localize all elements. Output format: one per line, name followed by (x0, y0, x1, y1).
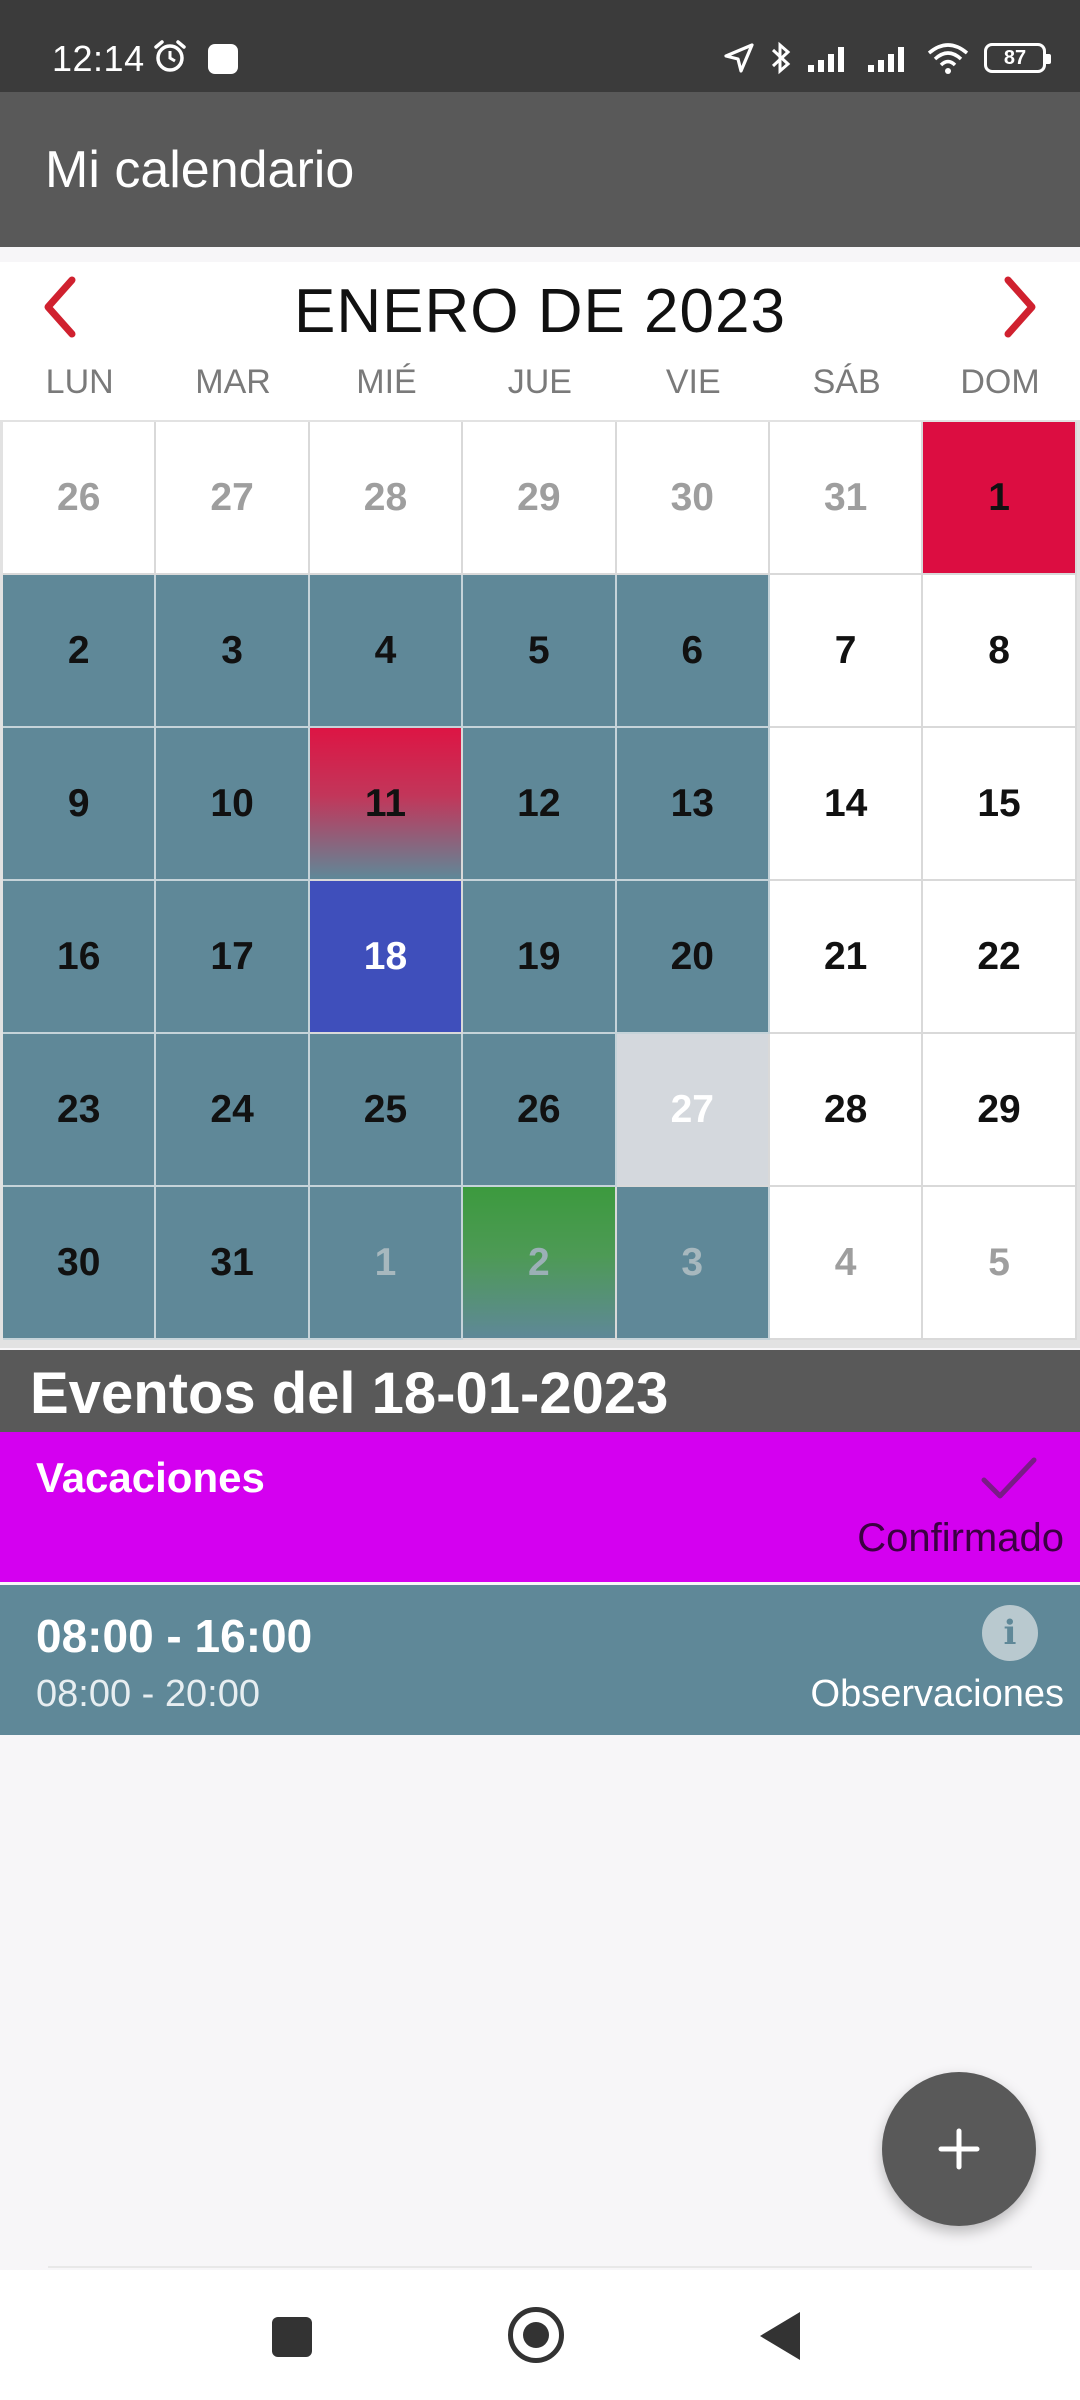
weekday-label: DOM (960, 363, 1040, 401)
day-cell[interactable]: 30 (616, 422, 770, 575)
back-triangle-icon[interactable] (760, 2312, 800, 2360)
calendar-week: 2 3 4 5 6 7 8 (3, 575, 1077, 728)
wifi-icon (927, 43, 969, 74)
calendar-week: 26 27 28 29 30 31 1 (3, 422, 1077, 575)
status-icons: 87 (722, 38, 1051, 78)
day-cell[interactable]: 29 (923, 1034, 1077, 1187)
weekday-label: SÁB (812, 363, 881, 401)
day-cell[interactable]: 15 (923, 728, 1077, 881)
day-cell-holiday[interactable]: 1 (923, 422, 1077, 575)
day-cell[interactable]: 25 (309, 1034, 464, 1187)
day-cell[interactable]: 4 (309, 575, 464, 728)
day-cell[interactable]: 31 (769, 422, 924, 575)
day-cell[interactable]: 24 (156, 1034, 310, 1187)
home-circle-icon[interactable] (508, 2307, 564, 2363)
day-cell[interactable]: 26 (3, 422, 157, 575)
day-cell[interactable]: 9 (3, 728, 157, 881)
signal-icon (868, 47, 904, 72)
day-cell[interactable]: 29 (463, 422, 617, 575)
day-cell[interactable]: 20 (616, 881, 770, 1034)
day-cell[interactable]: 23 (3, 1034, 157, 1187)
events-title: Eventos del 18-01-2023 (30, 1361, 669, 1426)
chevron-right-icon (1004, 276, 1036, 338)
day-cell[interactable]: 30 (3, 1187, 157, 1340)
day-cell[interactable]: 16 (3, 881, 157, 1034)
status-bar: 12:14 87 (0, 0, 1080, 92)
event-note: Observaciones (810, 1673, 1064, 1715)
weekday-label: MAR (195, 363, 271, 401)
day-cell[interactable]: 3 (156, 575, 310, 728)
event-title: Vacaciones (36, 1454, 265, 1501)
notification-square-icon (208, 44, 238, 74)
month-title: ENERO DE 2023 (294, 277, 786, 346)
weekday-header: LUN MAR MIÉ JUE VIE SÁB DOM (0, 352, 1080, 420)
event-title: 08:00 - 16:00 (36, 1610, 313, 1662)
signal-icon (808, 47, 844, 72)
day-cell[interactable]: 2 (3, 575, 157, 728)
day-cell[interactable]: 22 (923, 881, 1077, 1034)
alarm-icon (154, 40, 186, 72)
info-icon-glyph: i (1003, 1613, 1017, 1653)
calendar-week: 16 17 18 19 20 21 22 (3, 881, 1077, 1034)
event-status: Confirmado (857, 1516, 1064, 1560)
add-event-button[interactable] (882, 2072, 1036, 2226)
battery-icon: 87 (984, 43, 1051, 73)
day-cell[interactable]: 12 (463, 728, 617, 881)
app-bar: Mi calendario (0, 92, 1080, 247)
day-cell[interactable]: 13 (616, 728, 770, 881)
calendar-grid: 26 27 28 29 30 31 1 2 3 4 5 6 7 8 9 10 1… (0, 420, 1080, 1348)
app-title: Mi calendario (45, 141, 355, 199)
day-cell[interactable]: 7 (769, 575, 924, 728)
status-time: 12:14 (52, 38, 145, 79)
day-cell[interactable]: 5 (463, 575, 617, 728)
divider (48, 2266, 1032, 2268)
battery-level: 87 (1003, 46, 1027, 69)
day-cell[interactable]: 8 (923, 575, 1077, 728)
day-cell[interactable]: 17 (156, 881, 310, 1034)
day-cell[interactable]: 14 (769, 728, 924, 881)
day-cell-event[interactable]: 2 (463, 1187, 617, 1340)
event-item-vacaciones[interactable]: Vacaciones Confirmado (0, 1432, 1080, 1582)
day-cell[interactable]: 4 (769, 1187, 924, 1340)
weekday-label: VIE (665, 363, 721, 401)
events-header: Eventos del 18-01-2023 (0, 1350, 1080, 1432)
info-icon[interactable]: i (982, 1605, 1038, 1661)
event-subtitle: 08:00 - 20:00 (36, 1673, 260, 1715)
day-cell[interactable]: 3 (616, 1187, 770, 1340)
day-cell[interactable]: 31 (156, 1187, 310, 1340)
day-cell[interactable]: 26 (463, 1034, 617, 1187)
check-icon (981, 1457, 1037, 1499)
event-item-shift[interactable]: 08:00 - 16:00 08:00 - 20:00 i Observacio… (0, 1585, 1080, 1735)
day-cell[interactable]: 10 (156, 728, 310, 881)
day-cell[interactable]: 21 (769, 881, 924, 1034)
day-cell[interactable]: 28 (309, 422, 464, 575)
calendar-week: 30 31 1 2 3 4 5 (3, 1187, 1077, 1340)
location-arrow-icon (724, 43, 754, 73)
day-cell[interactable]: 19 (463, 881, 617, 1034)
calendar-week: 9 10 11 12 13 14 15 (3, 728, 1077, 881)
next-month-button[interactable] (988, 274, 1052, 340)
plus-icon (938, 2128, 980, 2170)
day-cell[interactable]: 1 (309, 1187, 464, 1340)
day-cell-today[interactable]: 27 (616, 1034, 770, 1187)
system-nav-bar (0, 2270, 1080, 2400)
recents-square-icon[interactable] (272, 2317, 312, 2357)
weekday-label: JUE (507, 363, 572, 401)
day-cell[interactable]: 6 (616, 575, 770, 728)
weekday-label: LUN (45, 363, 114, 401)
day-cell[interactable]: 5 (923, 1187, 1077, 1340)
bluetooth-icon (771, 41, 791, 75)
day-cell-selected[interactable]: 18 (309, 881, 464, 1034)
weekday-label: MIÉ (356, 363, 417, 401)
day-cell[interactable]: 28 (769, 1034, 924, 1187)
month-header: ENERO DE 2023 (0, 262, 1080, 352)
day-cell-holiday[interactable]: 11 (309, 728, 464, 881)
calendar-week: 23 24 25 26 27 28 29 (3, 1034, 1077, 1187)
day-cell[interactable]: 27 (156, 422, 310, 575)
